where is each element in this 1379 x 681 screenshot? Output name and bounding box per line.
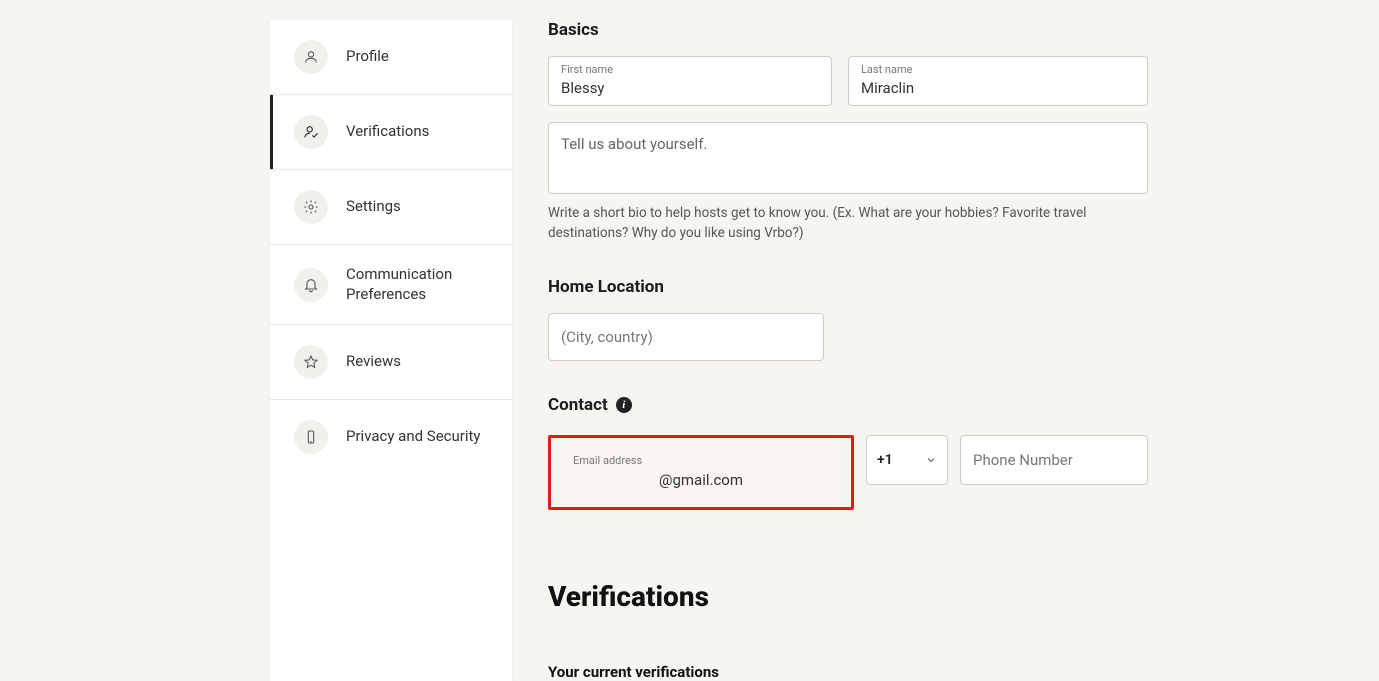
bio-field[interactable] bbox=[548, 122, 1148, 194]
sidebar-item-profile[interactable]: Profile bbox=[270, 20, 512, 95]
sidebar-item-verifications[interactable]: Verifications bbox=[270, 95, 512, 170]
star-icon bbox=[294, 345, 328, 379]
email-highlight-box: Email address @gmail.com bbox=[548, 435, 854, 510]
last-name-field[interactable]: Last name bbox=[848, 56, 1148, 106]
email-value: @gmail.com bbox=[573, 471, 829, 489]
sidebar-item-settings[interactable]: Settings bbox=[270, 170, 512, 245]
first-name-label: First name bbox=[561, 63, 613, 76]
sidebar-item-communication[interactable]: Communication Preferences bbox=[270, 245, 512, 325]
sidebar-item-reviews[interactable]: Reviews bbox=[270, 325, 512, 400]
sidebar-item-privacy[interactable]: Privacy and Security bbox=[270, 400, 512, 474]
home-location-field[interactable] bbox=[548, 313, 824, 361]
person-icon bbox=[294, 40, 328, 74]
phone-icon bbox=[294, 420, 328, 454]
sidebar-label: Verifications bbox=[346, 122, 429, 142]
last-name-label: Last name bbox=[861, 63, 912, 76]
phone-field[interactable] bbox=[960, 435, 1148, 485]
verifications-heading: Verifications bbox=[548, 580, 1148, 613]
home-location-heading: Home Location bbox=[548, 277, 1148, 297]
bio-textarea[interactable] bbox=[549, 123, 1147, 193]
sidebar-label: Reviews bbox=[346, 352, 401, 372]
bio-helper-text: Write a short bio to help hosts get to k… bbox=[548, 204, 1128, 243]
contact-heading: Contact i bbox=[548, 395, 632, 415]
basics-heading: Basics bbox=[548, 20, 1148, 40]
email-field[interactable]: Email address @gmail.com bbox=[561, 446, 841, 499]
bell-icon bbox=[294, 268, 328, 302]
phone-input[interactable] bbox=[961, 436, 1147, 484]
gear-icon bbox=[294, 190, 328, 224]
chevron-down-icon bbox=[925, 454, 937, 466]
info-icon[interactable]: i bbox=[616, 397, 632, 413]
home-location-input[interactable] bbox=[549, 314, 823, 360]
sidebar-label: Profile bbox=[346, 47, 389, 67]
first-name-field[interactable]: First name bbox=[548, 56, 832, 106]
country-code-value: +1 bbox=[877, 452, 893, 468]
verifications-subheading: Your current verifications bbox=[548, 663, 1148, 681]
settings-sidebar: Profile Verifications Settings Communica… bbox=[270, 20, 512, 681]
contact-heading-text: Contact bbox=[548, 395, 608, 415]
main-content: Basics First name Last name Write a shor… bbox=[548, 20, 1148, 681]
country-code-select[interactable]: +1 bbox=[866, 435, 948, 485]
sidebar-label: Communication Preferences bbox=[346, 265, 488, 304]
person-check-icon bbox=[294, 115, 328, 149]
sidebar-label: Privacy and Security bbox=[346, 427, 481, 447]
sidebar-label: Settings bbox=[346, 197, 401, 217]
email-label: Email address bbox=[573, 454, 829, 467]
